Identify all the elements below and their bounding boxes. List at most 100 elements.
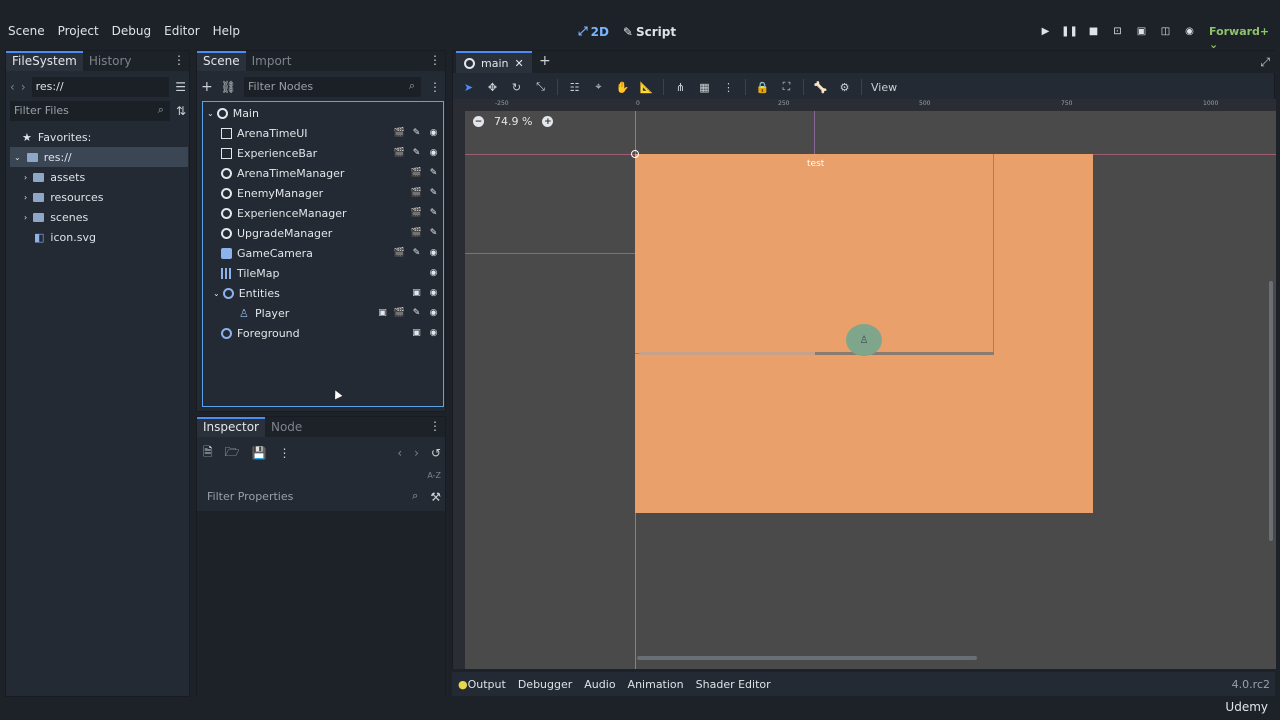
filter-properties-input[interactable]: Filter Properties ⌕ (203, 487, 425, 507)
scene-instance-icon[interactable]: 🎬 (411, 208, 422, 219)
scale-tool-icon[interactable]: ⤡ (533, 80, 548, 95)
renderer-selector[interactable]: Forward+ ⌄ (1209, 25, 1280, 51)
filter-nodes-input[interactable]: Filter Nodes ⌕ (243, 77, 421, 97)
scene-instance-icon[interactable]: 🎬 (394, 248, 405, 259)
lock-icon[interactable]: 🔒 (755, 80, 770, 95)
script-icon[interactable]: ✎ (428, 188, 439, 199)
folder-scenes[interactable]: › scenes (10, 207, 188, 227)
script-icon[interactable]: ✎ (428, 168, 439, 179)
tab-audio[interactable]: Audio (584, 678, 615, 691)
scene-instance-icon[interactable]: 🎬 (411, 188, 422, 199)
more-icon[interactable]: ⋮ (429, 419, 441, 433)
tab-history[interactable]: History (83, 51, 138, 71)
visibility-icon[interactable]: ◉ (428, 328, 439, 339)
tab-scene[interactable]: Scene (197, 51, 246, 71)
play-icon[interactable]: ▶ (1038, 24, 1053, 39)
add-tab-icon[interactable]: + (539, 53, 551, 69)
open-folder-icon[interactable]: 🗁 (225, 443, 240, 464)
menu-editor[interactable]: Editor (164, 24, 200, 38)
distraction-free-icon[interactable]: ⤢ (1260, 55, 1270, 70)
tree-node-experiencebar[interactable]: ExperienceBar 🎬 ✎ ◉ (221, 143, 459, 163)
scene-instance-icon[interactable]: 🎬 (411, 228, 422, 239)
ruler-tool-icon[interactable]: 📐 (639, 80, 654, 95)
zoom-out-icon[interactable]: − (473, 116, 484, 127)
visibility-icon[interactable]: ◉ (428, 288, 439, 299)
visibility-icon[interactable]: ◉ (428, 308, 439, 319)
play-custom-scene-icon[interactable]: ◫ (1158, 24, 1173, 39)
group-icon[interactable]: ▣ (377, 308, 388, 319)
stop-icon[interactable]: ■ (1086, 24, 1101, 39)
tab-animation[interactable]: Animation (628, 678, 684, 691)
tree-node-tilemap[interactable]: TileMap ◉ (221, 263, 459, 283)
tab-output[interactable]: ●Output (458, 678, 506, 691)
favorites-row[interactable]: ★ Favorites: (10, 127, 188, 147)
script-icon[interactable]: ✎ (428, 208, 439, 219)
remote-debug-icon[interactable]: ⊡ (1110, 24, 1125, 39)
visibility-icon[interactable]: ◉ (428, 248, 439, 259)
tree-node-arenatimeui[interactable]: ArenaTimeUI 🎬 ✎ ◉ (221, 123, 459, 143)
close-icon[interactable]: ✕ (514, 57, 523, 70)
workspace-2d-button[interactable]: ⤢ 2D (578, 24, 609, 39)
menu-scene[interactable]: Scene (8, 24, 45, 38)
script-icon[interactable]: ✎ (411, 128, 422, 139)
script-icon[interactable]: ✎ (411, 308, 422, 319)
tools-icon[interactable]: ⚒ (430, 490, 441, 504)
more-icon[interactable]: ⋮ (173, 53, 185, 67)
folder-resources[interactable]: › resources (10, 187, 188, 207)
file-icon-svg[interactable]: ◧ icon.svg (10, 227, 188, 247)
forward-icon[interactable]: › (21, 80, 26, 94)
scene-tab-main[interactable]: main ✕ (456, 51, 532, 73)
tab-debugger[interactable]: Debugger (518, 678, 572, 691)
group-icon[interactable]: ▣ (411, 288, 422, 299)
scene-instance-icon[interactable]: 🎬 (394, 128, 405, 139)
tree-node-gamecamera[interactable]: GameCamera 🎬 ✎ ◉ (221, 243, 459, 263)
add-node-icon[interactable]: + (201, 79, 213, 95)
group-icon[interactable]: ▣ (411, 328, 422, 339)
tree-node-enemymanager[interactable]: EnemyManager 🎬 ✎ (221, 183, 459, 203)
tree-node-entities[interactable]: ⌄ Entities ▣ ◉ (213, 283, 451, 303)
visibility-icon[interactable]: ◉ (428, 268, 439, 279)
player-sprite[interactable]: ♙ (846, 324, 882, 356)
tree-node-upgrademanager[interactable]: UpgradeManager 🎬 ✎ (221, 223, 459, 243)
scene-instance-icon[interactable]: 🎬 (411, 168, 422, 179)
script-icon[interactable]: ✎ (411, 148, 422, 159)
tree-node-experiencemanager[interactable]: ExperienceManager 🎬 ✎ (221, 203, 459, 223)
scene-instance-icon[interactable]: 🎬 (394, 308, 405, 319)
zoom-in-icon[interactable]: + (542, 116, 554, 127)
script-icon[interactable]: ✎ (411, 248, 422, 259)
list-select-icon[interactable]: ☷ (567, 80, 582, 95)
vertical-scrollbar[interactable] (1269, 281, 1273, 541)
workspace-script-button[interactable]: ✎ Script (623, 24, 676, 39)
sort-alpha-icon[interactable]: A-Z (427, 471, 441, 480)
history-back-icon[interactable]: ‹ (397, 446, 402, 460)
menu-debug[interactable]: Debug (112, 24, 151, 38)
visibility-icon[interactable]: ◉ (428, 148, 439, 159)
play-scene-icon[interactable]: ▣ (1134, 24, 1149, 39)
tree-node-main[interactable]: ⌄ Main (207, 103, 445, 123)
folder-assets[interactable]: › assets (10, 167, 188, 187)
tab-filesystem[interactable]: FileSystem (6, 51, 83, 71)
pan-tool-icon[interactable]: ✋ (615, 80, 630, 95)
skeleton-icon[interactable]: 🦴 (813, 80, 828, 95)
more-icon[interactable]: ⋮ (429, 53, 441, 67)
snap-options-icon[interactable]: ⋮ (721, 80, 736, 95)
link-icon[interactable]: ⛓ (221, 80, 236, 94)
history-forward-icon[interactable]: › (414, 446, 419, 460)
movie-maker-icon[interactable]: ◉ (1182, 24, 1197, 39)
select-tool-icon[interactable]: ➤ (461, 80, 476, 95)
rotate-tool-icon[interactable]: ↻ (509, 80, 524, 95)
emitter-icon[interactable]: ⚙ (837, 80, 852, 95)
more-icon[interactable]: ⋮ (279, 446, 291, 460)
object-history-icon[interactable]: ↺ (431, 446, 441, 460)
tree-node-foreground[interactable]: Foreground ▣ ◉ (221, 323, 459, 343)
sort-icon[interactable]: ⇅ (176, 104, 186, 118)
pivot-icon[interactable]: ⌖ (591, 80, 606, 95)
tree-node-arenatimemanager[interactable]: ArenaTimeManager 🎬 ✎ (221, 163, 459, 183)
smart-snap-icon[interactable]: ⋔ (673, 80, 688, 95)
save-icon[interactable]: 💾 (252, 446, 267, 460)
menu-help[interactable]: Help (213, 24, 240, 38)
res-root-row[interactable]: ⌄ res:// (10, 147, 188, 167)
new-resource-icon[interactable]: 🗎 (203, 443, 213, 464)
tab-inspector[interactable]: Inspector (197, 417, 265, 437)
horizontal-scrollbar[interactable] (637, 656, 977, 660)
